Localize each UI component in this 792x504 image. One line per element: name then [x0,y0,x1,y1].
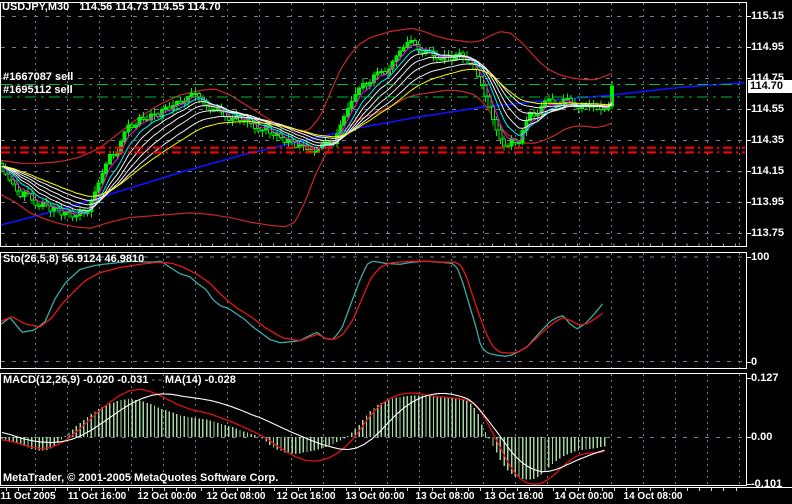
ma-line-7 [1,49,613,213]
time-tick-mark [614,488,615,491]
time-label: 13 Oct 00:00 [345,491,405,502]
time-tick-mark [274,488,275,491]
time-axis-border [0,487,792,488]
scale-tick-label: 0.127 [751,372,779,384]
stochastic-label: Sto(26,5,8) 56.9124 46.9810 [3,253,145,265]
time-tick-mark [128,488,129,491]
time-label: 12 Oct 16:00 [276,491,336,502]
chart-symbol-period: USDJPY,M30 [2,1,70,13]
time-label: 13 Oct 16:00 [484,491,544,502]
price-chart[interactable] [0,2,747,248]
macd-chart[interactable] [0,373,747,487]
scale-tick-label: 113.95 [751,196,785,208]
scale-tick-label: 0 [751,356,758,368]
scale-tick-label: 114.95 [751,41,785,53]
time-label: 14 Oct 00:00 [554,491,614,502]
scale-tick-label: 115.15 [751,10,785,22]
vertical-gridlines [35,374,740,485]
time-tick-mark [723,488,724,491]
macd-label: MACD(12,26,9) -0.020 -0.031- - MA(14) -0.… [3,374,236,386]
time-label: 12 Oct 08:00 [206,491,266,502]
time-label: 12 Oct 00:00 [137,491,197,502]
scale-tick-label: 100 [751,251,770,263]
time-tick-mark [201,488,202,491]
time-tick-mark [687,488,688,491]
time-label: 11 Oct 2005 [0,491,56,502]
scale-tick-label: 114.15 [751,165,785,177]
copyright-text: MetaTrader, © 2001-2005 MetaQuotes Softw… [3,472,279,484]
sto-main-line [0,260,604,357]
time-label: 14 Oct 08:00 [623,491,683,502]
time-tick-mark [407,488,408,491]
scale-tick-label: 0.00 [751,431,773,443]
dash-separator: - - [151,374,162,386]
current-price-box: 114.70 [748,80,792,93]
scale-tick-label: -0.101 [751,478,783,490]
scale-tick-label: 113.75 [751,227,785,239]
time-label: 11 Oct 16:00 [67,491,127,502]
time-tick-mark [736,488,737,491]
order-label-2: #1695112 sell [3,84,73,96]
vertical-gridlines [35,253,740,368]
chart-title: USDJPY,M30 114.56 114.73 114.55 114.70 [2,1,221,13]
metatrader-chart-window: USDJPY,M30 114.56 114.73 114.55 114.70 #1… [0,0,792,504]
macd-values-label: MACD(12,26,9) -0.020 -0.031 [3,374,149,386]
time-label: 13 Oct 08:00 [415,491,475,502]
time-tick-mark [480,488,481,491]
scale-tick-label: 114.35 [751,134,785,146]
scale-tick-label: 114.55 [751,103,785,115]
macd-ma-label: MA(14) -0.028 [164,374,236,386]
time-tick-mark [711,488,712,491]
chart-ohlc-values: 114.56 114.73 114.55 114.70 [79,1,221,13]
stochastic-chart[interactable] [0,252,747,370]
order-label-1: #1667087 sell [3,71,74,83]
time-tick-mark [699,488,700,491]
